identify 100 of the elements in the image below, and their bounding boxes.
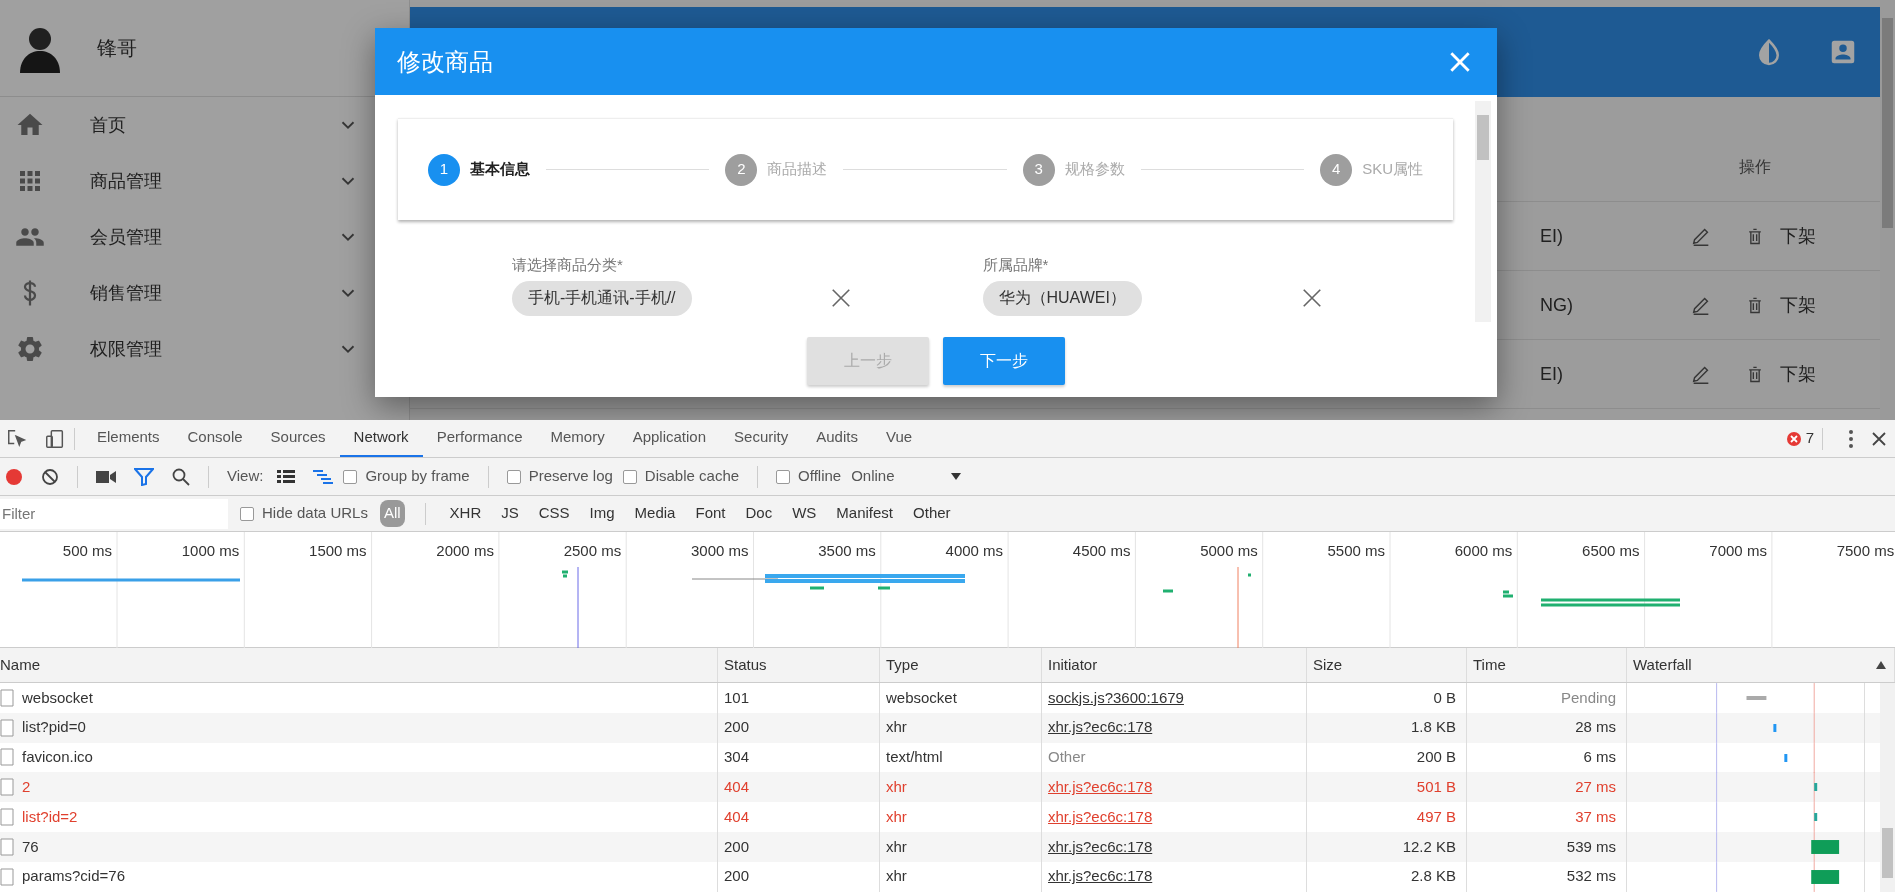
column-header[interactable]: Name — [0, 653, 40, 677]
status-cell-text: 404 — [724, 777, 750, 798]
tick-label: 1000 ms — [181, 542, 240, 559]
error-icon — [1785, 430, 1802, 447]
size-cell-text: 497 B — [1416, 806, 1456, 827]
initiator-link[interactable]: sockjs.js?3600:1679 — [1048, 686, 1184, 710]
tick-label: 500 ms — [62, 542, 112, 559]
table-cell-text: NG) — [1540, 293, 1574, 317]
tick-label: 6500 ms — [1582, 542, 1640, 559]
menu-item[interactable]: 销售管理 — [90, 279, 337, 307]
size-cell-text: 1.8 KB — [1410, 717, 1456, 738]
menu-item[interactable]: 商品管理 — [90, 167, 337, 195]
request-name[interactable]: favicon.ico — [22, 746, 93, 769]
time-cell-text: Pending — [1560, 687, 1616, 708]
clear-icon[interactable] — [1300, 287, 1323, 309]
status-cell-text: 200 — [724, 866, 750, 887]
type-cell-text: xhr — [886, 866, 907, 887]
type-filter[interactable]: JS — [497, 500, 523, 527]
checkbox-option[interactable]: Group by frame — [343, 465, 470, 488]
devtools-tab[interactable]: Console — [173, 420, 257, 457]
throttling-dropdown[interactable]: Online — [851, 465, 961, 488]
more-icon[interactable] — [1847, 428, 1855, 449]
type-filter[interactable]: WS — [788, 500, 821, 527]
scrollbar[interactable] — [1880, 683, 1895, 892]
tick-label: 7000 ms — [1709, 542, 1767, 559]
column-header[interactable]: Type — [886, 653, 919, 677]
initiator-link[interactable]: xhr.js?ec6c:178 — [1048, 805, 1153, 829]
type-filter[interactable]: Manifest — [832, 500, 898, 527]
list-view-icon[interactable] — [277, 469, 296, 484]
request-name[interactable]: params?cid=76 — [22, 865, 125, 888]
close-icon[interactable] — [1871, 430, 1887, 447]
off-shelf-link[interactable]: 下架 — [1780, 360, 1850, 388]
step-label[interactable]: 基本信息 — [470, 158, 530, 181]
request-name[interactable]: list?id=2 — [22, 805, 78, 829]
menu-item[interactable]: 首页 — [90, 111, 337, 139]
checkbox-option[interactable]: Disable cache — [622, 465, 740, 488]
type-filter[interactable]: Media — [630, 500, 680, 527]
request-name[interactable]: 2 — [22, 776, 31, 799]
off-shelf-link[interactable]: 下架 — [1780, 291, 1850, 319]
checkbox-option[interactable]: Hide data URLs — [240, 502, 368, 525]
menu-item[interactable]: 会员管理 — [90, 223, 337, 251]
selected-chip[interactable]: 手机-手机通讯-手机// — [512, 280, 692, 316]
initiator-link[interactable]: xhr.js?ec6c:178 — [1048, 716, 1153, 739]
devtools-tab[interactable]: Memory — [536, 420, 619, 457]
file-icon — [0, 748, 14, 767]
checkbox-option[interactable]: Preserve log — [506, 465, 613, 488]
initiator-link[interactable]: xhr.js?ec6c:178 — [1048, 865, 1153, 888]
tick-label: 6000 ms — [1454, 542, 1513, 559]
waterfall-view-icon[interactable] — [313, 469, 334, 484]
sort-icon[interactable] — [1876, 661, 1886, 669]
request-name[interactable]: 76 — [22, 835, 39, 859]
request-name[interactable]: list?pid=0 — [22, 716, 86, 739]
off-shelf-link[interactable]: 下架 — [1780, 222, 1850, 250]
request-name[interactable]: websocket — [22, 686, 93, 710]
clear-icon[interactable] — [830, 287, 852, 309]
initiator-link[interactable]: xhr.js?ec6c:178 — [1048, 835, 1153, 859]
file-icon — [0, 688, 14, 707]
time-cell-text: 539 ms — [1566, 836, 1616, 857]
filter-icon[interactable] — [134, 467, 154, 486]
waterfall-bar — [1814, 783, 1818, 792]
column-header[interactable]: Status — [724, 653, 767, 677]
devtools-tab[interactable]: Audits — [802, 420, 872, 457]
size-cell-text: 0 B — [1433, 687, 1456, 708]
camera-icon[interactable] — [96, 469, 116, 484]
column-header[interactable]: Size — [1313, 653, 1343, 677]
record-icon[interactable] — [5, 467, 23, 486]
checkbox-option[interactable]: Offline — [776, 465, 842, 488]
menu-item[interactable]: 权限管理 — [90, 335, 337, 363]
column-header[interactable]: Initiator — [1048, 653, 1098, 677]
column-header[interactable]: Waterfall — [1633, 653, 1692, 677]
devtools-tab[interactable]: Performance — [422, 420, 537, 457]
type-cell-text: xhr — [886, 806, 907, 827]
filter-field[interactable]: Filter — [0, 498, 228, 529]
column-header[interactable]: Time — [1473, 653, 1506, 677]
tick-label: 2000 ms — [436, 542, 494, 559]
device-icon[interactable] — [44, 427, 66, 450]
type-filter[interactable]: Other — [909, 500, 955, 527]
type-filter[interactable]: Doc — [741, 500, 777, 527]
scrollbar[interactable] — [1475, 101, 1491, 322]
type-filter[interactable]: Img — [585, 500, 619, 527]
scrollbar[interactable] — [1880, 0, 1895, 420]
selected-chip[interactable]: 华为（HUAWEI） — [982, 280, 1142, 316]
devtools-tab[interactable]: Vue — [871, 420, 927, 457]
devtools-tab[interactable]: Security — [720, 420, 803, 457]
type-filter[interactable]: Font — [691, 500, 730, 527]
devtools-tab[interactable]: Elements — [83, 420, 174, 457]
initiator-link[interactable]: xhr.js?ec6c:178 — [1048, 776, 1153, 799]
devtools-tab[interactable]: Sources — [256, 420, 340, 457]
type-filter[interactable]: CSS — [534, 500, 574, 527]
file-icon — [0, 867, 14, 886]
search-icon[interactable] — [172, 467, 190, 486]
waterfall-bar — [1746, 695, 1767, 700]
settings-icon — [15, 334, 45, 364]
type-filter[interactable]: XHR — [445, 500, 486, 527]
devtools-tab[interactable]: Application — [618, 420, 721, 457]
status-cell-text: 200 — [724, 836, 750, 857]
field-label: 请选择商品分类* — [512, 255, 624, 275]
clear-icon[interactable] — [41, 467, 59, 486]
dialog-title: 修改商品 — [397, 46, 493, 77]
caret-icon — [950, 473, 961, 480]
